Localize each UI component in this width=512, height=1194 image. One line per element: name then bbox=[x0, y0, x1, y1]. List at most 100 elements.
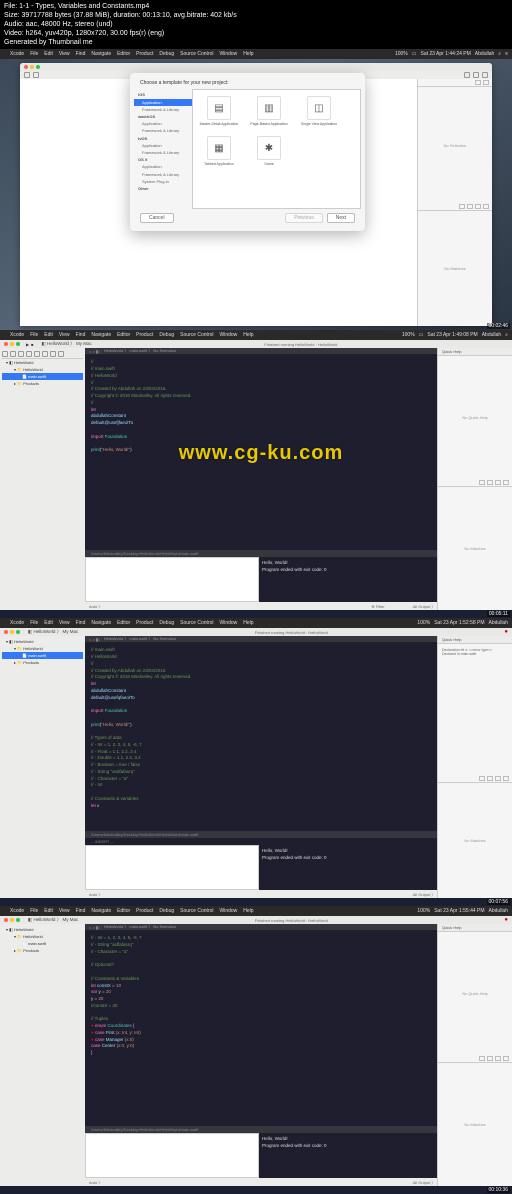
menu-view[interactable]: View bbox=[59, 908, 70, 914]
username[interactable]: Abdullah bbox=[489, 908, 508, 914]
library-tab[interactable] bbox=[487, 1056, 493, 1061]
menu-file[interactable]: File bbox=[30, 620, 38, 626]
menu-find[interactable]: Find bbox=[76, 51, 86, 57]
template-tabbed[interactable]: ▦Tabbed Application bbox=[199, 136, 239, 166]
nav-folder[interactable]: ▾ 📁 HelloWorld bbox=[2, 366, 83, 373]
nav-project[interactable]: ▾ ◧ HelloWorld bbox=[2, 638, 83, 645]
nav-folder[interactable]: ▾ 📁 HelloWorld bbox=[2, 645, 83, 652]
menu-help[interactable]: Help bbox=[243, 51, 253, 57]
search-icon[interactable]: ⌕ bbox=[505, 332, 508, 338]
nav-project[interactable]: ▾ ◧ HelloWorld bbox=[2, 359, 83, 366]
nav-tab[interactable] bbox=[18, 351, 24, 357]
menu-source[interactable]: Source Control bbox=[180, 620, 213, 626]
zoom-icon[interactable] bbox=[16, 342, 20, 346]
breadcrumb[interactable]: < > ◧ HelloWorld 〉 main.swift 〉 No Selec… bbox=[85, 636, 437, 643]
menu-view[interactable]: View bbox=[59, 51, 70, 57]
menu-find[interactable]: Find bbox=[76, 620, 86, 626]
menu-app[interactable]: Xcode bbox=[10, 620, 24, 626]
menu-window[interactable]: Window bbox=[219, 620, 237, 626]
menu-help[interactable]: Help bbox=[243, 332, 253, 338]
error-indicator[interactable]: ● bbox=[504, 629, 508, 635]
close-icon[interactable] bbox=[4, 630, 8, 634]
template-page-based[interactable]: ▥Page-Based Application bbox=[249, 96, 289, 126]
nav-file-main[interactable]: 📄 main.swift bbox=[2, 373, 83, 380]
code-editor[interactable]: // - Int = 1, 2, 3, 4, 5, -6, 7 // - Str… bbox=[85, 931, 437, 1126]
minimize-icon[interactable] bbox=[10, 630, 14, 634]
nav-tab[interactable] bbox=[58, 351, 64, 357]
menu-debug[interactable]: Debug bbox=[159, 908, 174, 914]
scheme[interactable]: ◧ HelloWorld 〉 My Mac bbox=[42, 341, 92, 347]
template-master-detail[interactable]: ▤Master-Detail Application bbox=[199, 96, 239, 126]
menu-window[interactable]: Window bbox=[219, 908, 237, 914]
menu-debug[interactable]: Debug bbox=[159, 620, 174, 626]
breadcrumb[interactable]: < > ◧ HelloWorld 〉 main.swift 〉 No Selec… bbox=[85, 348, 437, 355]
menu-debug[interactable]: Debug bbox=[159, 51, 174, 57]
menu-app[interactable]: Xcode bbox=[10, 51, 24, 57]
close-icon[interactable] bbox=[4, 342, 8, 346]
menu-debug[interactable]: Debug bbox=[159, 332, 174, 338]
console-output[interactable]: Hello, World! Program ended with exit co… bbox=[259, 845, 437, 890]
panel-toggle[interactable] bbox=[482, 72, 488, 78]
menu-help[interactable]: Help bbox=[243, 908, 253, 914]
nav-tab[interactable] bbox=[42, 351, 48, 357]
nav-project[interactable]: ▾ ◧ HelloWorld bbox=[2, 926, 83, 933]
menu-source[interactable]: Source Control bbox=[180, 332, 213, 338]
library-tab[interactable] bbox=[459, 204, 465, 209]
library-tab[interactable] bbox=[483, 204, 489, 209]
search-icon[interactable]: ⌕ bbox=[498, 51, 501, 57]
sidebar-item-application[interactable]: Application bbox=[138, 120, 188, 127]
menu-product[interactable]: Product bbox=[136, 332, 153, 338]
library-tab[interactable] bbox=[495, 776, 501, 781]
breadcrumb[interactable]: < > ◧ HelloWorld 〉 main.swift 〉 No Selec… bbox=[85, 924, 437, 931]
run-button[interactable] bbox=[24, 72, 30, 78]
nav-file-main[interactable]: 📄 main.swift bbox=[2, 940, 83, 947]
menu-editor[interactable]: Editor bbox=[117, 332, 130, 338]
next-button[interactable]: Next bbox=[327, 213, 355, 223]
menu-navigate[interactable]: Navigate bbox=[91, 620, 111, 626]
menu-window[interactable]: Window bbox=[219, 332, 237, 338]
menu-find[interactable]: Find bbox=[76, 908, 86, 914]
zoom-icon[interactable] bbox=[16, 918, 20, 922]
sidebar-item-application[interactable]: Application bbox=[138, 163, 188, 170]
menu-editor[interactable]: Editor bbox=[117, 51, 130, 57]
menu-navigate[interactable]: Navigate bbox=[91, 332, 111, 338]
window-titlebar[interactable]: ▶ ■ ◧ HelloWorld 〉 My Mac Finished runni… bbox=[0, 340, 512, 348]
library-tab[interactable] bbox=[475, 204, 481, 209]
close-icon[interactable] bbox=[4, 918, 8, 922]
library-tab[interactable] bbox=[467, 204, 473, 209]
menu-edit[interactable]: Edit bbox=[44, 51, 53, 57]
nav-folder[interactable]: ▾ 📁 HelloWorld bbox=[2, 933, 83, 940]
filter-field[interactable]: ⊕ Filter bbox=[371, 604, 384, 609]
menu-product[interactable]: Product bbox=[136, 51, 153, 57]
menu-find[interactable]: Find bbox=[76, 332, 86, 338]
library-tab[interactable] bbox=[503, 480, 509, 485]
cancel-button[interactable]: Cancel bbox=[140, 213, 174, 223]
menu-app[interactable]: Xcode bbox=[10, 332, 24, 338]
nav-tab[interactable] bbox=[34, 351, 40, 357]
menu-file[interactable]: File bbox=[30, 332, 38, 338]
library-tab[interactable] bbox=[487, 776, 493, 781]
library-tab[interactable] bbox=[479, 480, 485, 485]
output-dropdown[interactable]: All Output ⟩ bbox=[413, 1180, 433, 1185]
menu-view[interactable]: View bbox=[59, 332, 70, 338]
variables-view[interactable] bbox=[85, 557, 259, 602]
sidebar-item-framework[interactable]: Framework & Library bbox=[138, 127, 188, 134]
menu-source[interactable]: Source Control bbox=[180, 908, 213, 914]
menu-window[interactable]: Window bbox=[219, 51, 237, 57]
window-titlebar[interactable]: ◧ HelloWorld 〉 My Mac Finished running H… bbox=[0, 628, 512, 636]
variables-view[interactable] bbox=[85, 1133, 259, 1178]
nav-tab[interactable] bbox=[26, 351, 32, 357]
library-tab[interactable] bbox=[479, 1056, 485, 1061]
library-tab[interactable] bbox=[495, 1056, 501, 1061]
menu-help[interactable]: Help bbox=[243, 620, 253, 626]
menu-navigate[interactable]: Navigate bbox=[91, 51, 111, 57]
library-tab[interactable] bbox=[503, 776, 509, 781]
menu-app[interactable]: Xcode bbox=[10, 908, 24, 914]
sidebar-item-framework[interactable]: Framework & Library bbox=[138, 149, 188, 156]
menu-view[interactable]: View bbox=[59, 620, 70, 626]
username[interactable]: Abdullah bbox=[475, 51, 494, 57]
scheme[interactable]: ◧ HelloWorld 〉 My Mac bbox=[28, 629, 78, 635]
zoom-icon[interactable] bbox=[16, 630, 20, 634]
auto-dropdown[interactable]: Auto ⟩ bbox=[89, 1180, 100, 1185]
minimize-icon[interactable] bbox=[10, 342, 14, 346]
